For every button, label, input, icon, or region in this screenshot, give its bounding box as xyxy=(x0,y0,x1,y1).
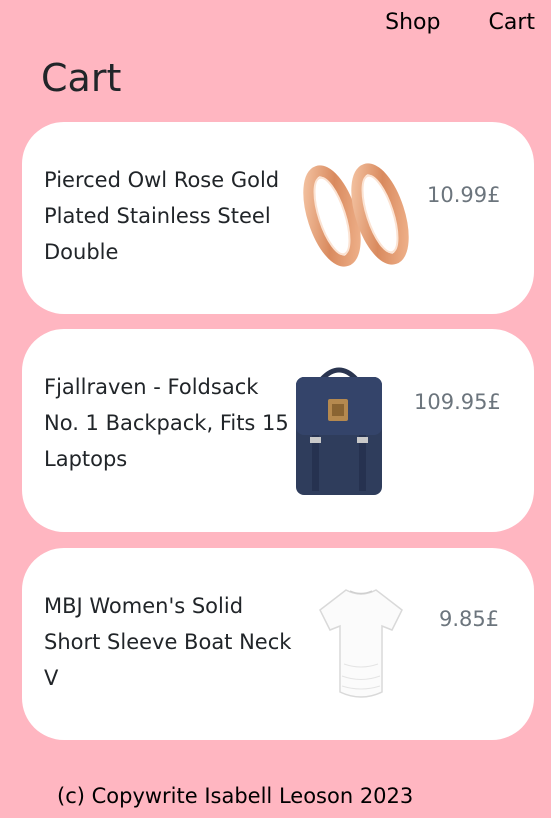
cart-item-price: 10.99£ xyxy=(427,183,501,207)
nav-shop-link[interactable]: Shop xyxy=(385,10,440,35)
cart-item-title: MBJ Women's Solid Short Sleeve Boat Neck… xyxy=(44,594,292,690)
cart-item-card[interactable]: Pierced Owl Rose Gold Plated Stainless S… xyxy=(22,122,534,314)
nav-cart-link[interactable]: Cart xyxy=(488,10,535,35)
cart-item-price: 109.95£ xyxy=(414,390,501,414)
top-nav: Shop Cart xyxy=(385,10,535,35)
cart-item-title: Pierced Owl Rose Gold Plated Stainless S… xyxy=(44,168,280,264)
navy-backpack-image xyxy=(292,365,386,497)
cart-item-price: 9.85£ xyxy=(439,607,500,631)
cart-item-title: Fjallraven - Foldsack No. 1 Backpack, Fi… xyxy=(44,375,289,471)
page-title: Cart xyxy=(41,56,122,100)
cart-item-card[interactable]: Fjallraven - Foldsack No. 1 Backpack, Fi… xyxy=(22,329,534,532)
footer-copyright: (c) Copywrite Isabell Leoson 2023 xyxy=(57,784,414,808)
white-tshirt-image xyxy=(316,584,406,702)
cart-item-card[interactable]: MBJ Women's Solid Short Sleeve Boat Neck… xyxy=(22,548,534,740)
rose-gold-ear-tunnels-image xyxy=(302,156,412,280)
